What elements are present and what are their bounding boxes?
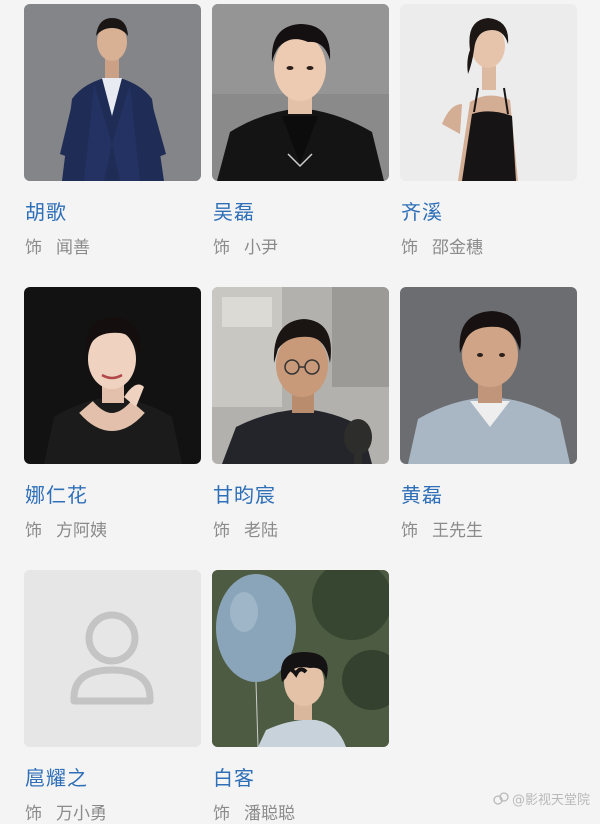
- actor-photo[interactable]: [212, 287, 389, 464]
- watermark: @影视天堂院: [493, 789, 590, 808]
- cast-card[interactable]: 娜仁花 饰方阿姨: [24, 287, 201, 541]
- actor-photo[interactable]: [24, 570, 201, 747]
- actor-photo-man-navy-suit: [24, 4, 201, 181]
- actor-name[interactable]: 娜仁花: [25, 479, 88, 508]
- role-prefix: 饰: [401, 521, 418, 541]
- character-name: 万小勇: [56, 804, 107, 824]
- character-role: 饰方阿姨: [25, 516, 107, 541]
- character-role: 饰闻善: [25, 233, 90, 258]
- character-name: 方阿姨: [56, 521, 107, 541]
- actor-photo[interactable]: [400, 287, 577, 464]
- role-prefix: 饰: [25, 238, 42, 258]
- character-name: 王先生: [432, 521, 483, 541]
- character-name: 闻善: [56, 238, 90, 258]
- character-role: 饰邵金穗: [401, 233, 483, 258]
- watermark-logo-icon: [493, 791, 509, 805]
- actor-name[interactable]: 甘昀宸: [213, 479, 276, 508]
- actor-photo-woman-black-dress: [400, 4, 577, 181]
- cast-card[interactable]: 齐溪 饰邵金穗: [400, 4, 577, 258]
- watermark-text: @影视天堂院: [511, 793, 590, 808]
- character-name: 老陆: [244, 521, 278, 541]
- actor-photo[interactable]: [400, 4, 577, 181]
- role-prefix: 饰: [25, 804, 42, 824]
- character-name: 小尹: [244, 238, 278, 258]
- actor-name[interactable]: 吴磊: [213, 196, 255, 225]
- actor-photo[interactable]: [212, 570, 389, 747]
- character-role: 饰老陆: [213, 516, 278, 541]
- cast-card[interactable]: 胡歌 饰闻善: [24, 4, 201, 258]
- placeholder-person-icon: [24, 570, 201, 747]
- actor-name[interactable]: 扈耀之: [25, 762, 88, 791]
- character-role: 饰万小勇: [25, 799, 107, 824]
- actor-name[interactable]: 白客: [213, 762, 255, 791]
- role-prefix: 饰: [213, 521, 230, 541]
- role-prefix: 饰: [213, 804, 230, 824]
- actor-photo-woman-black-background: [24, 287, 201, 464]
- character-role: 饰王先生: [401, 516, 483, 541]
- cast-card[interactable]: 扈耀之 饰万小勇: [24, 570, 201, 824]
- actor-photo-man-with-balloon: [212, 570, 389, 747]
- cast-card[interactable]: 白客 饰潘聪聪: [212, 570, 389, 824]
- actor-photo[interactable]: [212, 4, 389, 181]
- cast-card[interactable]: 甘昀宸 饰老陆: [212, 287, 389, 541]
- actor-photo-man-glasses-microphone: [212, 287, 389, 464]
- role-prefix: 饰: [213, 238, 230, 258]
- actor-photo-man-grey-background: [400, 287, 577, 464]
- character-name: 邵金穗: [432, 238, 483, 258]
- cast-card[interactable]: 吴磊 饰小尹: [212, 4, 389, 258]
- character-role: 饰小尹: [213, 233, 278, 258]
- actor-photo-young-man-black-jacket: [212, 4, 389, 181]
- actor-photo[interactable]: [24, 287, 201, 464]
- actor-name[interactable]: 齐溪: [401, 196, 443, 225]
- character-role: 饰潘聪聪: [213, 799, 295, 824]
- actor-photo[interactable]: [24, 4, 201, 181]
- character-name: 潘聪聪: [244, 804, 295, 824]
- role-prefix: 饰: [25, 521, 42, 541]
- cast-card[interactable]: 黄磊 饰王先生: [400, 287, 577, 541]
- actor-name[interactable]: 胡歌: [25, 196, 67, 225]
- actor-name[interactable]: 黄磊: [401, 479, 443, 508]
- role-prefix: 饰: [401, 238, 418, 258]
